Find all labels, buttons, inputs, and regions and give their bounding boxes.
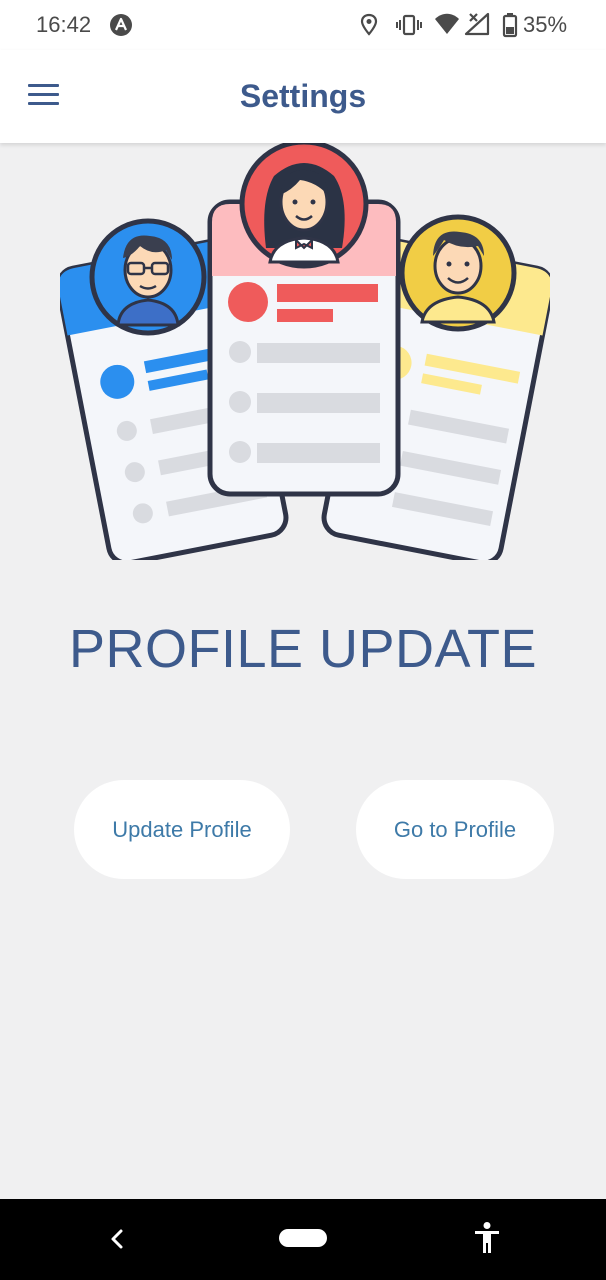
- back-icon[interactable]: [105, 1224, 129, 1254]
- app-notification-icon: [110, 14, 132, 36]
- app-bar: Settings: [0, 50, 606, 143]
- signal-icon: [464, 12, 490, 36]
- battery-percentage: 35%: [523, 12, 568, 37]
- profile-update-heading: PROFILE UPDATE: [68, 619, 538, 679]
- profile-cards-illustration: [60, 140, 550, 560]
- battery-icon: [502, 13, 518, 38]
- status-bar: 16:42 35%: [0, 0, 606, 50]
- avatar-woman: [239, 140, 369, 269]
- accessibility-icon[interactable]: [472, 1221, 502, 1255]
- go-to-profile-button[interactable]: Go to Profile: [356, 780, 554, 879]
- page-title: Settings: [239, 78, 367, 114]
- avatar-man-smiling: [399, 214, 517, 332]
- update-profile-button[interactable]: Update Profile: [74, 780, 290, 879]
- location-icon: [360, 13, 378, 36]
- home-pill-icon[interactable]: [279, 1229, 327, 1247]
- navigation-bar: [0, 1199, 606, 1280]
- wifi-icon: [435, 13, 459, 34]
- vibrate-icon: [396, 14, 422, 36]
- avatar-man-glasses: [89, 218, 207, 336]
- status-time: 16:42: [36, 12, 92, 37]
